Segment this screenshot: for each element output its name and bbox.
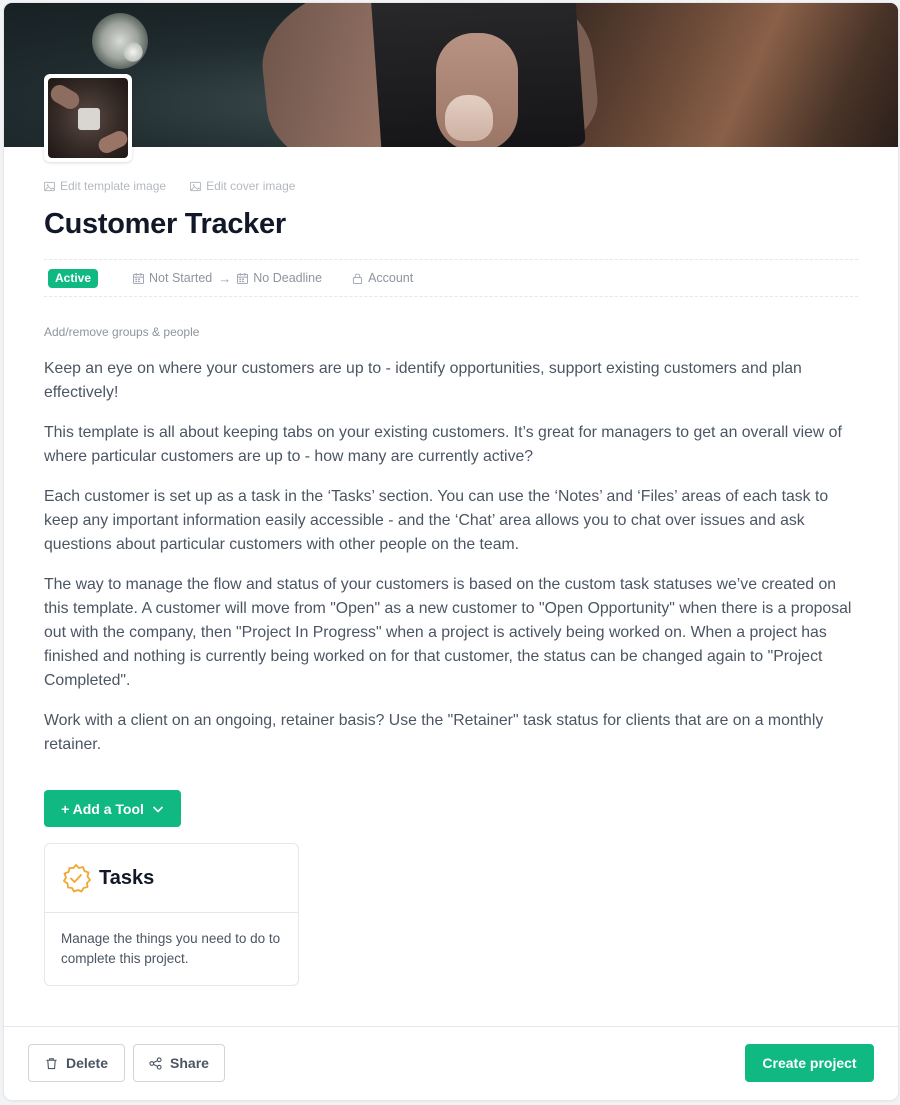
image-icon xyxy=(44,181,55,191)
description-paragraph: Keep an eye on where your customers are … xyxy=(44,360,802,401)
add-remove-groups-link[interactable]: Add/remove groups & people xyxy=(44,325,199,339)
page-title[interactable]: Customer Tracker xyxy=(44,208,286,241)
share-button[interactable]: Share xyxy=(133,1044,225,1082)
cover-image xyxy=(4,3,898,147)
arrow-right-icon: → xyxy=(218,270,232,286)
verified-badge-icon xyxy=(63,864,91,893)
edit-template-image-link[interactable]: Edit template image xyxy=(44,179,166,193)
edit-template-image-label: Edit template image xyxy=(60,179,167,193)
lock-icon xyxy=(352,272,363,284)
template-thumbnail[interactable] xyxy=(44,74,132,162)
start-date-label: Not Started xyxy=(149,271,213,285)
deadline-label: No Deadline xyxy=(253,271,323,285)
tool-description: Manage the things you need to do to comp… xyxy=(61,931,281,966)
add-tool-button[interactable]: + Add a Tool xyxy=(44,790,181,827)
project-meta-row: Active Not Started → No Deadline Account xyxy=(44,259,858,297)
footer-actions: Delete Share Create project xyxy=(4,1026,898,1100)
calendar-icon xyxy=(133,272,145,284)
tool-name: Tasks xyxy=(99,866,155,889)
share-icon xyxy=(149,1056,162,1070)
description-paragraph: Each customer is set up as a task in the… xyxy=(44,488,829,553)
template-description[interactable]: Keep an eye on where your customers are … xyxy=(44,357,859,773)
description-paragraph: This template is all about keeping tabs … xyxy=(44,424,842,465)
delete-label: Delete xyxy=(65,1055,109,1071)
chevron-down-icon xyxy=(152,805,163,813)
description-paragraph: The way to manage the flow and status of… xyxy=(44,576,852,689)
template-card: Edit template image Edit cover image Cus… xyxy=(4,3,898,1100)
deadline[interactable]: No Deadline xyxy=(237,271,322,285)
delete-button[interactable]: Delete xyxy=(28,1044,125,1082)
image-icon xyxy=(190,181,202,191)
trash-icon xyxy=(46,1057,57,1069)
tool-card-tasks[interactable]: Tasks Manage the things you need to do t… xyxy=(44,843,299,986)
create-project-button[interactable]: Create project xyxy=(745,1044,874,1082)
share-label: Share xyxy=(170,1055,209,1071)
visibility[interactable]: Account xyxy=(352,271,413,285)
edit-cover-image-label: Edit cover image xyxy=(206,179,296,193)
add-tool-label: + Add a Tool xyxy=(61,800,144,817)
calendar-icon xyxy=(237,272,249,284)
edit-cover-image-link[interactable]: Edit cover image xyxy=(190,179,295,193)
status-badge[interactable]: Active xyxy=(48,268,99,288)
start-date[interactable]: Not Started xyxy=(133,271,212,285)
description-paragraph: Work with a client on an ongoing, retain… xyxy=(44,712,824,753)
visibility-label: Account xyxy=(368,271,414,285)
